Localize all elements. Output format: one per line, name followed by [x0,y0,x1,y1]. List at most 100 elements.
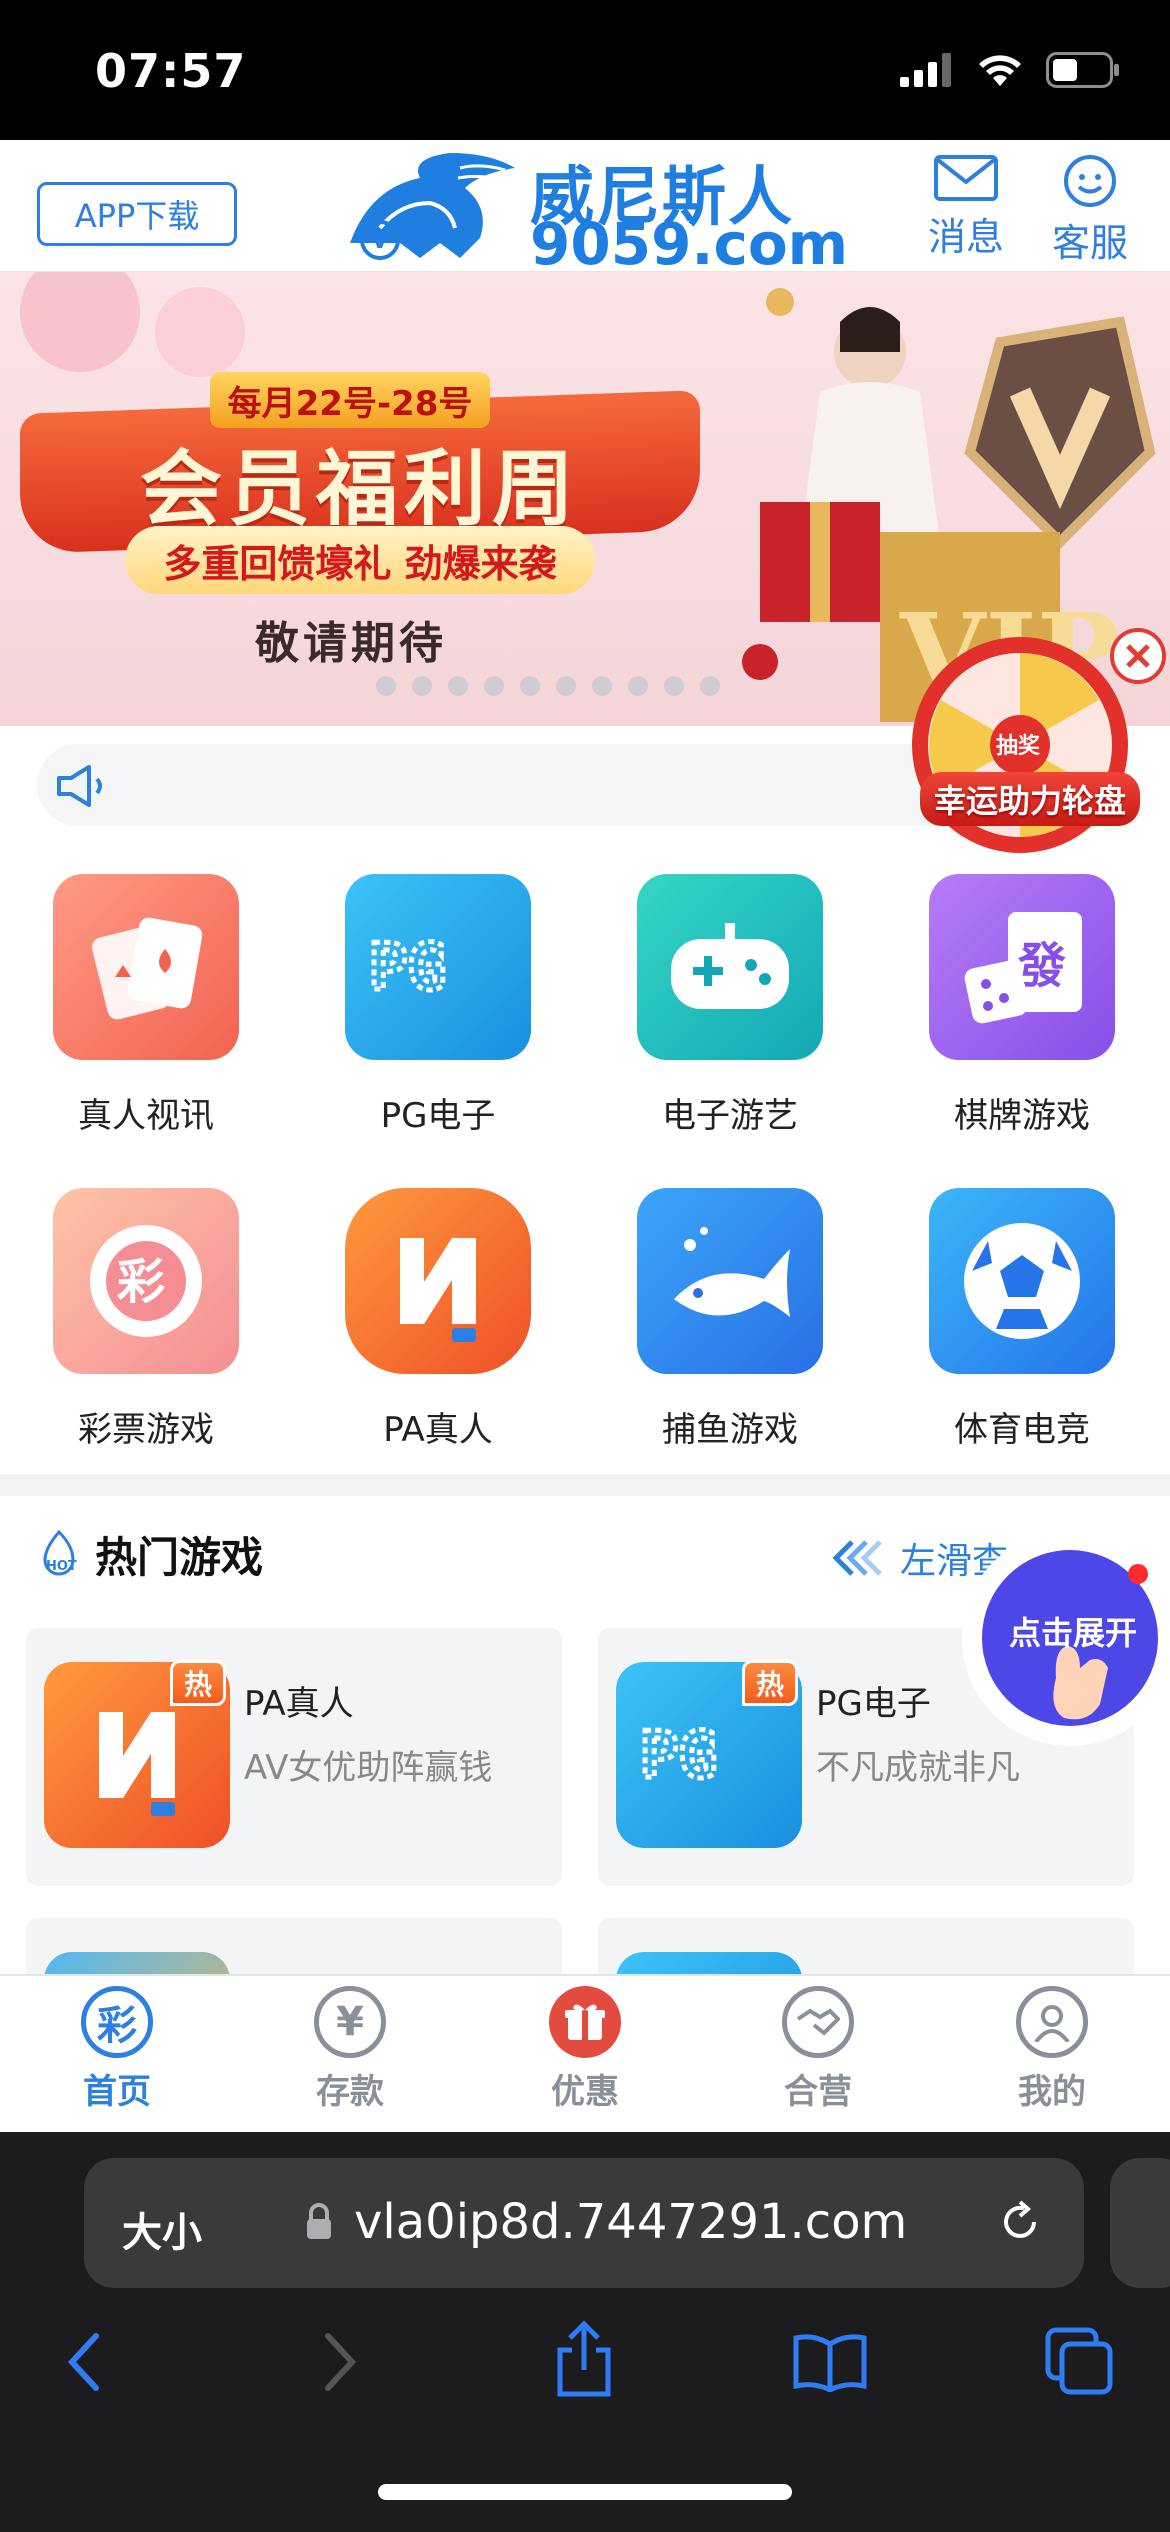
close-wheel-button[interactable] [1110,628,1166,684]
back-chevron-icon[interactable] [64,2330,104,2394]
next-tab-preview[interactable] [1110,2158,1170,2288]
winged-lion-logo-icon: V [350,153,515,260]
home-indicator [378,2484,792,2500]
pagination-dot[interactable] [664,676,684,696]
tab-deposit[interactable]: ¥ 存款 [270,1986,430,2113]
hot-game-card-partial[interactable] [26,1918,562,1974]
home-lottery-icon: 彩 [81,1986,153,2058]
fish-icon [637,1188,823,1374]
category-label: 捕鱼游戏 [662,1410,798,1450]
category-label: 棋牌游戏 [954,1096,1090,1136]
banner-subtitle: 多重回馈壕礼 劲爆来袭 [125,526,595,594]
tab-label: 合营 [784,2072,852,2112]
gift-icon [549,1986,621,2058]
category-e-games[interactable]: 电子游艺 [610,874,850,1137]
tab-label: 优惠 [551,2072,619,2112]
site-header: APP下载 V 威尼斯人 9059.com 消息 客服 [0,140,1170,278]
svg-text:彩: 彩 [117,1254,165,1310]
category-live-casino[interactable]: 真人视讯 [26,874,266,1137]
pagination-dot[interactable] [376,676,396,696]
service-label: 客服 [1051,221,1128,265]
app-download-button[interactable]: APP下载 [37,182,237,246]
browser-chrome: 大小 vla0ip8d.7447291.com [0,2132,1170,2532]
address-bar[interactable]: 大小 vla0ip8d.7447291.com [84,2158,1084,2288]
gamepad-icon [637,874,823,1060]
hot-badge: 热 [742,1660,798,1706]
status-bar: 07:57 [0,0,1170,140]
pagination-dot[interactable] [520,676,540,696]
category-board-games[interactable]: 發 棋牌游戏 [902,874,1142,1137]
expand-label: 点击展开 [1008,1614,1137,1652]
svg-text:PG: PG [640,1719,717,1793]
hot-badge: 热 [170,1660,226,1706]
close-icon [1126,644,1150,668]
pagination-dot[interactable] [412,676,432,696]
banner-pagination[interactable] [376,676,720,696]
pagination-dot[interactable] [556,676,576,696]
battery-icon [1046,52,1119,88]
lock-icon [307,2203,331,2239]
hot-game-card-partial[interactable] [598,1918,1134,1974]
forward-chevron-icon[interactable] [320,2330,360,2394]
section-divider [0,1474,1170,1496]
handshake-icon [782,1986,854,2058]
category-label: PG电子 [380,1096,496,1136]
status-icons [900,52,1120,88]
url-text: vla0ip8d.7447291.com [354,2194,908,2250]
tab-partnership[interactable]: 合营 [738,1986,898,2113]
status-time: 07:57 [95,44,247,98]
pagination-dot[interactable] [448,676,468,696]
messages-button[interactable]: 消息 [916,154,1016,264]
cards-icon [53,874,239,1060]
category-lottery[interactable]: 彩 彩票游戏 [26,1188,266,1451]
category-fishing[interactable]: 捕鱼游戏 [610,1188,850,1451]
announcement-bar[interactable] [37,744,1037,826]
tab-promotions[interactable]: 优惠 [505,1986,665,2113]
soccer-ball-icon [929,1188,1115,1374]
bottom-tab-bar: 彩 首页 ¥ 存款 优惠 合营 我的 [0,1974,1170,2132]
svg-text:HOT: HOT [46,1559,77,1574]
hot-flame-icon: HOT [43,1529,77,1575]
tab-home[interactable]: 彩 首页 [37,1986,197,2113]
customer-service-button[interactable]: 客服 [1040,154,1140,265]
tab-label: 我的 [1018,2072,1086,2112]
bookmarks-icon[interactable] [792,2332,868,2392]
category-sports-esports[interactable]: 体育电竞 [902,1188,1142,1451]
pagination-dot[interactable] [592,676,612,696]
cellular-signal-icon [900,53,951,87]
hot-game-card-pa[interactable]: 热 PA真人 AV女优助阵赢钱 [26,1628,562,1886]
wifi-icon [979,55,1021,86]
tab-profile[interactable]: 我的 [972,1986,1132,2113]
share-icon[interactable] [552,2320,616,2398]
reload-icon[interactable] [994,2196,1046,2248]
category-label: 电子游艺 [662,1096,798,1136]
category-label: PA真人 [383,1410,493,1450]
messages-label: 消息 [927,215,1004,259]
expand-floating-button[interactable]: 点击展开 [960,1528,1170,1748]
tab-label: 首页 [83,2072,151,2112]
double-chevron-left-icon [832,1540,882,1576]
smiley-support-icon [1064,155,1116,207]
pagination-dot[interactable] [484,676,504,696]
yen-coin-icon: ¥ [314,1986,386,2058]
text-size-button[interactable]: 大小 [122,2200,202,2258]
pagination-dot[interactable] [700,676,720,696]
lucky-wheel-label[interactable]: 幸运助力轮盘 [920,772,1140,826]
category-label: 彩票游戏 [78,1410,214,1450]
banner-title: 会员福利周 [139,442,580,537]
tabs-icon[interactable] [1044,2326,1114,2396]
game-thumb-icon [616,1952,802,1974]
banner-date-range: 每月22号-28号 [210,372,490,428]
game-name: PG电子 [816,1684,931,1724]
category-pa-live[interactable]: PA真人 [318,1188,558,1451]
pagination-dot[interactable] [628,676,648,696]
game-thumb-icon [44,1952,230,1974]
game-description: AV女优助阵赢钱 [244,1748,493,1788]
lottery-ball-icon: 彩 [53,1188,239,1374]
tab-label: 存款 [316,2072,384,2112]
speaker-icon [57,765,102,807]
game-name: PA真人 [244,1684,354,1724]
svg-text:PG: PG [369,931,446,1005]
category-pg-electronic[interactable]: PG PG电子 [318,874,558,1137]
site-logo[interactable]: V 威尼斯人 9059.com [340,146,848,278]
